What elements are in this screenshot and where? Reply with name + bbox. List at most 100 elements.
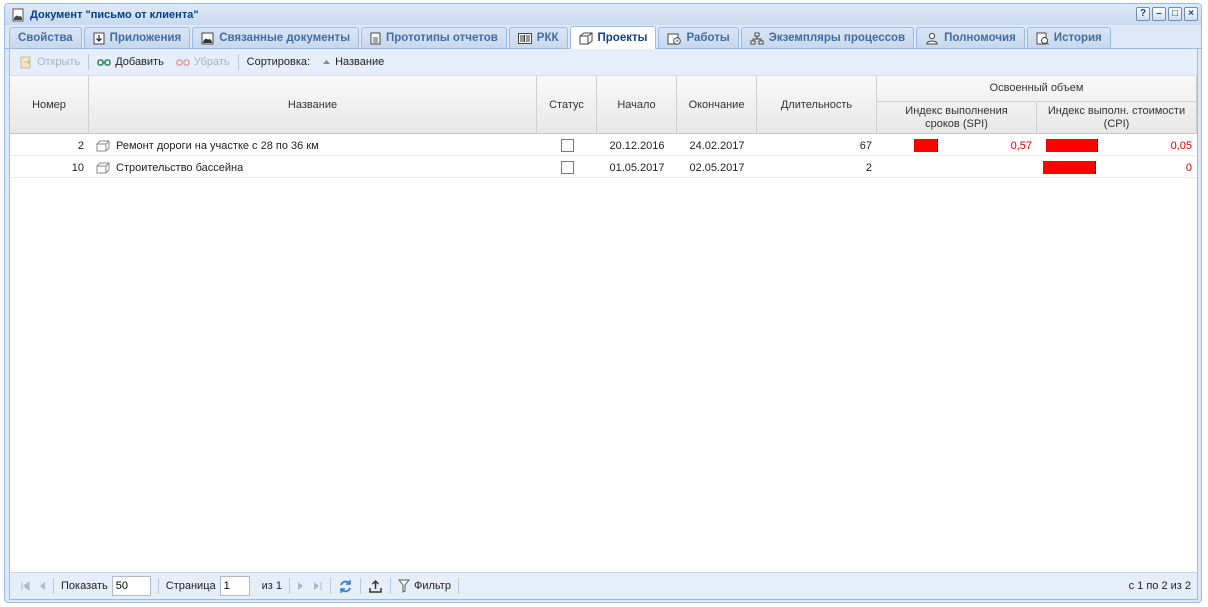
table-row[interactable]: 2 Ремонт дороги на участке с 28 по 36 км…: [10, 135, 1197, 156]
tab-permissions[interactable]: Полномочия: [916, 27, 1025, 48]
tab-rkk[interactable]: РКК: [508, 27, 568, 48]
open-label: Открыть: [37, 56, 81, 68]
tab-label: Работы: [686, 32, 730, 44]
tab-label: Полномочия: [944, 32, 1016, 44]
process-tree-icon: [750, 32, 764, 44]
row-end: 02.05.2017: [689, 161, 745, 174]
column-header-label: Статус: [549, 98, 584, 111]
status-checkbox[interactable]: [560, 139, 574, 152]
tab-works[interactable]: Работы: [658, 27, 739, 48]
close-button[interactable]: ×: [1184, 7, 1198, 21]
export-button[interactable]: [364, 579, 387, 594]
projects-panel: Открыть Добавить Убрать Сортировка: Назв…: [9, 49, 1198, 600]
tab-label: История: [1053, 32, 1102, 44]
grid-header: Номер Название Статус Начало Окончание Д…: [10, 76, 1197, 134]
row-duration: 2: [865, 161, 872, 174]
tab-linked-documents[interactable]: Связанные документы: [192, 27, 360, 48]
page-count: из 1: [261, 580, 282, 592]
cpi-value: 0: [1185, 161, 1192, 174]
column-header-label: Индекс выполн. стоимости (CPI): [1047, 105, 1186, 130]
row-number: 10: [71, 161, 84, 174]
maximize-button[interactable]: □: [1168, 7, 1182, 21]
column-header-name[interactable]: Название: [89, 76, 537, 134]
prev-page-icon: [40, 582, 45, 590]
next-page-button[interactable]: [293, 581, 309, 591]
column-header-label: Длительность: [780, 98, 853, 111]
tab-label: РКК: [536, 32, 559, 44]
last-page-button[interactable]: [309, 581, 327, 591]
window-controls: ? – □ ×: [1136, 7, 1198, 21]
page-number-control: Страница: [162, 576, 254, 596]
help-button[interactable]: ?: [1136, 7, 1150, 21]
first-page-icon: [21, 581, 30, 591]
tab-process-instances[interactable]: Экземпляры процессов: [740, 27, 915, 48]
column-group-earned-value: Освоенный объем: [877, 76, 1197, 101]
remove-label: Убрать: [193, 56, 230, 68]
spi-value: 0,57: [1010, 139, 1032, 152]
row-name-text: Строительство бассейна: [116, 161, 244, 174]
tab-label: Свойства: [18, 32, 73, 44]
tab-strip: Свойства Приложения Связанные документы …: [5, 25, 1201, 49]
calendar-icon: [667, 33, 682, 45]
pager-divider: [330, 578, 331, 594]
column-header-label: Начало: [617, 98, 656, 111]
paging-info: с 1 по 2 из 2: [1128, 580, 1191, 592]
refresh-button[interactable]: [334, 579, 357, 594]
barcode-icon: [517, 32, 532, 44]
document-icon: [12, 8, 24, 21]
tab-label: Прототипы отчетов: [386, 32, 498, 44]
page-size-input[interactable]: [111, 576, 151, 596]
cpi-value: 0,05: [1170, 139, 1192, 152]
window-title: Документ "письмо от клиента": [30, 8, 199, 21]
column-header-end[interactable]: Окончание: [677, 76, 757, 134]
column-header-spi[interactable]: Индекс выполнения сроков (SPI): [877, 101, 1037, 134]
column-header-number[interactable]: Номер: [10, 76, 89, 134]
status-cell: [537, 135, 597, 156]
add-button[interactable]: Добавить: [91, 56, 170, 68]
column-header-status[interactable]: Статус: [537, 76, 597, 134]
tab-attachments[interactable]: Приложения: [83, 27, 191, 48]
column-header-start[interactable]: Начало: [597, 76, 677, 134]
page-size-control: Показать: [57, 576, 155, 596]
row-name: Строительство бассейна: [96, 157, 536, 178]
linked-docs-icon: [201, 32, 214, 44]
filter-label: Фильтр: [414, 580, 451, 592]
open-button[interactable]: Открыть: [14, 56, 86, 69]
prev-page-button[interactable]: [34, 581, 50, 591]
status-cell: [537, 157, 597, 178]
spi-value: [877, 157, 1037, 178]
sort-field-button[interactable]: Название: [316, 56, 390, 68]
window-titlebar: Документ "письмо от клиента" ? – □ ×: [5, 4, 1201, 25]
remove-button[interactable]: Убрать: [170, 56, 236, 68]
toolbar-divider: [88, 54, 90, 70]
column-header-label: Номер: [32, 98, 66, 111]
show-label: Показать: [61, 580, 108, 592]
minimize-button[interactable]: –: [1152, 7, 1166, 21]
column-header-label: Окончание: [688, 98, 745, 111]
column-header-label: Название: [287, 98, 338, 111]
link-add-icon: [97, 58, 111, 66]
toolbar-divider: [237, 54, 239, 70]
user-card-icon: [926, 32, 938, 44]
sort-caption: Сортировка:: [241, 56, 316, 68]
row-start: 01.05.2017: [609, 161, 665, 174]
table-row[interactable]: 10 Строительство бассейна 01.05.2017 02.…: [10, 157, 1197, 178]
next-page-icon: [298, 582, 303, 590]
status-checkbox[interactable]: [560, 161, 574, 174]
pager-divider: [457, 578, 459, 594]
project-icon: [96, 162, 110, 173]
page-number-input[interactable]: [219, 576, 250, 596]
filter-button[interactable]: Фильтр: [394, 579, 455, 593]
grid-toolbar: Открыть Добавить Убрать Сортировка: Назв…: [10, 49, 1197, 76]
filter-icon: [398, 579, 410, 593]
tab-properties[interactable]: Свойства: [9, 27, 82, 48]
tab-label: Приложения: [109, 32, 182, 44]
sort-label: Сортировка:: [246, 56, 311, 68]
tab-report-prototypes[interactable]: Прототипы отчетов: [361, 27, 507, 48]
tab-history[interactable]: История: [1026, 27, 1111, 48]
tab-projects[interactable]: Проекты: [569, 26, 657, 49]
column-header-duration[interactable]: Длительность: [757, 76, 877, 134]
first-page-button[interactable]: [16, 581, 34, 591]
column-header-cpi[interactable]: Индекс выполн. стоимости (CPI): [1037, 101, 1197, 134]
add-label: Добавить: [115, 56, 164, 68]
